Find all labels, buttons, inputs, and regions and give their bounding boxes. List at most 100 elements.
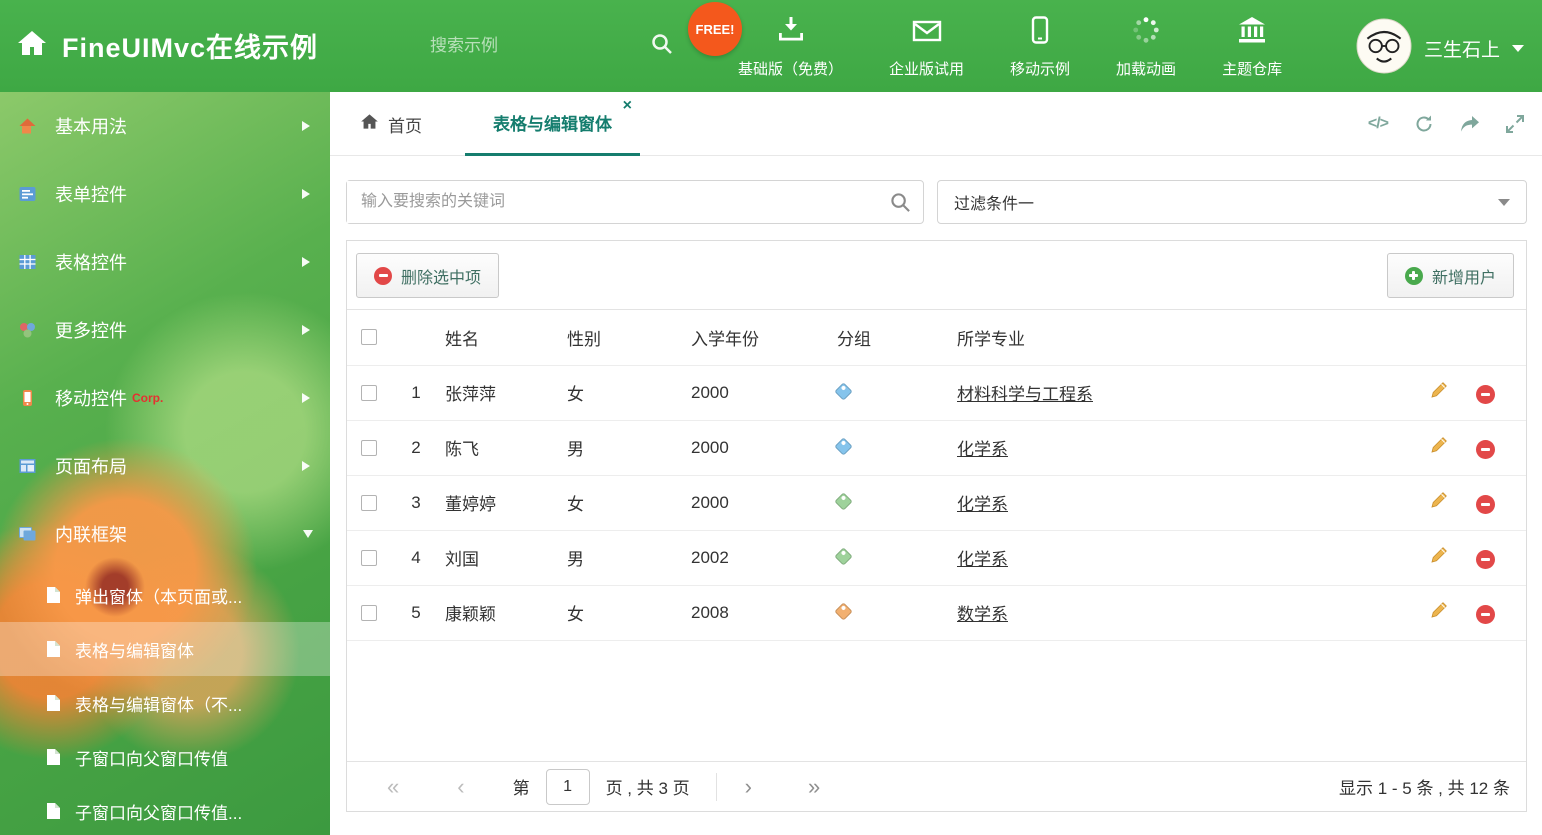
sidebar-item-inline-frame[interactable]: 内联框架: [0, 500, 330, 568]
edit-icon[interactable]: [1430, 601, 1448, 619]
sidebar-item-basic-usage[interactable]: 基本用法: [0, 92, 330, 160]
mobile-icon: [18, 389, 40, 407]
delete-icon[interactable]: [1476, 385, 1495, 404]
sidebar-item-form-controls[interactable]: 表单控件: [0, 160, 330, 228]
major-link[interactable]: 材料科学与工程系: [957, 385, 1093, 404]
cell-gender: 男: [559, 530, 683, 586]
row-checkbox[interactable]: [361, 439, 377, 456]
column-header-group: 分组: [829, 310, 949, 366]
delete-selected-button[interactable]: 删除选中项: [356, 253, 500, 298]
pager-divider: [715, 772, 717, 801]
tag-icon: [834, 546, 853, 566]
header-search[interactable]: [430, 28, 672, 64]
sidebar-item-page-layout[interactable]: 页面布局: [0, 432, 330, 500]
file-icon: [46, 694, 61, 712]
free-badge: FREE!: [688, 2, 742, 56]
button-label: 新增用户: [1431, 269, 1496, 287]
add-user-button[interactable]: 新增用户: [1386, 253, 1514, 298]
major-link[interactable]: 化学系: [957, 440, 1008, 459]
delete-icon[interactable]: [1476, 605, 1495, 624]
major-link[interactable]: 化学系: [957, 495, 1008, 514]
delete-icon[interactable]: [1476, 550, 1495, 569]
sidebar-item-mobile-controls[interactable]: 移动控件 Corp.: [0, 364, 330, 432]
header-search-input[interactable]: [430, 36, 651, 56]
chevron-right-icon: [302, 121, 310, 131]
keyword-search-input[interactable]: [347, 181, 890, 223]
bank-icon: [1237, 16, 1267, 49]
page-number-input[interactable]: [545, 768, 590, 805]
pagination-bar: « ‹ 第 页 , 共 3 页 › » 显示 1 - 5 条 , 共 12 条: [347, 761, 1526, 811]
sidebar-item-label: 表单控件: [55, 185, 127, 205]
expand-icon[interactable]: [1506, 115, 1524, 133]
edit-icon[interactable]: [1430, 381, 1448, 399]
keyword-search[interactable]: [346, 180, 924, 224]
brand[interactable]: FineUIMvc在线示例: [16, 26, 318, 65]
major-link[interactable]: 化学系: [957, 550, 1008, 569]
row-checkbox[interactable]: [361, 604, 377, 621]
delete-icon[interactable]: [1476, 440, 1495, 459]
nav-basic-free[interactable]: 基础版（免费）: [738, 16, 843, 79]
cell-name: 陈飞: [437, 420, 559, 476]
edit-icon[interactable]: [1430, 436, 1448, 454]
row-index: 1: [395, 365, 437, 421]
sidebar-subitem-grid-edit-window-2[interactable]: 表格与编辑窗体（不...: [0, 676, 330, 730]
user-menu[interactable]: 三生石上: [1356, 18, 1524, 79]
nav-label: 主题仓库: [1222, 61, 1283, 78]
close-icon[interactable]: ×: [623, 98, 632, 114]
row-index: 2: [395, 420, 437, 476]
row-checkbox[interactable]: [361, 549, 377, 566]
form-icon: [18, 185, 40, 203]
select-all-checkbox[interactable]: [361, 329, 377, 346]
row-index: 3: [395, 475, 437, 531]
row-checkbox[interactable]: [361, 384, 377, 401]
file-icon: [46, 640, 61, 658]
delete-icon[interactable]: [1476, 495, 1495, 514]
filter-dropdown[interactable]: 过滤条件一: [937, 180, 1527, 224]
tab-home[interactable]: 首页: [360, 92, 422, 156]
nav-theme-repo[interactable]: 主题仓库: [1222, 16, 1282, 79]
home-icon: [360, 113, 379, 135]
nav-label: 企业版试用: [889, 61, 965, 78]
app-title: FineUIMvc在线示例: [62, 33, 319, 63]
chevron-right-icon: [302, 189, 310, 199]
refresh-icon[interactable]: [1414, 114, 1434, 134]
minus-circle-icon: [374, 266, 392, 285]
source-code-icon[interactable]: </>: [1368, 115, 1389, 133]
nav-label: 基础版（免费）: [738, 61, 844, 78]
major-link[interactable]: 数学系: [957, 605, 1008, 624]
sidebar-subitem-popup-window[interactable]: 弹出窗体（本页面或...: [0, 568, 330, 622]
nav-enterprise-trial[interactable]: 企业版试用: [889, 18, 964, 79]
sidebar-subitem-grid-edit-window[interactable]: 表格与编辑窗体: [0, 622, 330, 676]
last-page-button[interactable]: »: [808, 775, 820, 798]
tag-icon: [834, 601, 853, 621]
sidebar-item-grid-controls[interactable]: 表格控件: [0, 228, 330, 296]
tab-toolbar: </>: [1368, 92, 1524, 156]
plus-circle-icon: [1404, 266, 1423, 285]
mobile-icon: [1031, 16, 1049, 49]
row-index: 4: [395, 530, 437, 586]
cell-year: 2002: [683, 530, 829, 586]
edit-icon[interactable]: [1430, 546, 1448, 564]
sidebar-subitem-label: 子窗口向父窗口传值...: [75, 803, 243, 823]
prev-page-button[interactable]: ‹: [457, 775, 464, 798]
first-page-button[interactable]: «: [387, 775, 399, 798]
layout-icon: [18, 457, 40, 475]
nav-mobile-demo[interactable]: 移动示例: [1010, 16, 1070, 79]
cell-name: 张萍萍: [437, 365, 559, 421]
search-icon[interactable]: [651, 33, 673, 60]
row-checkbox[interactable]: [361, 494, 377, 511]
nav-loading-animation[interactable]: 加载动画: [1116, 16, 1176, 79]
tab-grid-edit-window[interactable]: 表格与编辑窗体 ×: [465, 92, 640, 156]
sidebar-item-more-controls[interactable]: 更多控件: [0, 296, 330, 364]
tab-label: 表格与编辑窗体: [493, 115, 612, 134]
sidebar-subitem-child-to-parent-2[interactable]: 子窗口向父窗口传值...: [0, 784, 330, 835]
search-icon[interactable]: [890, 192, 911, 213]
sidebar-item-label: 基本用法: [55, 117, 127, 137]
edit-icon[interactable]: [1430, 491, 1448, 509]
chevron-down-icon: [1498, 198, 1510, 206]
cell-gender: 女: [559, 585, 683, 641]
share-icon[interactable]: [1460, 115, 1480, 133]
sidebar-subitem-child-to-parent[interactable]: 子窗口向父窗口传值: [0, 730, 330, 784]
tag-icon: [834, 436, 853, 456]
next-page-button[interactable]: ›: [745, 775, 752, 798]
